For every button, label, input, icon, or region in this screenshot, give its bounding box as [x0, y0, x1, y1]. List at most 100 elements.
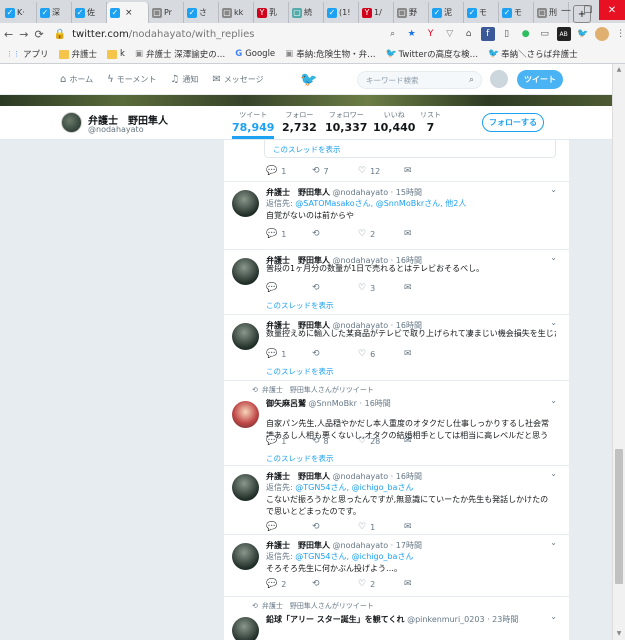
browser-tab[interactable]: Y 1/ — [359, 2, 394, 23]
bookmark-item[interactable]: 弁護士 — [58, 48, 97, 60]
chevron-down-icon[interactable]: ⌄ — [550, 185, 557, 194]
browser-tab[interactable]: ✓ 佐 — [72, 2, 107, 23]
author-avatar[interactable] — [232, 190, 259, 217]
like-button[interactable]: ♡ 2 — [358, 229, 404, 239]
like-button[interactable]: ♡ 6 — [358, 349, 404, 359]
reply-button[interactable]: 💬 1 — [266, 166, 312, 176]
author-avatar[interactable] — [232, 617, 259, 640]
browser-tab[interactable]: ▢ 続 — [289, 2, 324, 23]
twitter-icon[interactable]: 🐦 — [576, 27, 590, 41]
reply-button[interactable]: 💬 — [266, 522, 312, 532]
chevron-down-icon[interactable]: ⌄ — [550, 318, 557, 327]
search-icon[interactable]: ⌕ — [386, 27, 400, 41]
browser-tab[interactable]: ✓ 泥 — [429, 2, 464, 23]
retweet-button[interactable]: ⟲ — [312, 283, 358, 293]
retweet-button[interactable]: ⟲ — [312, 579, 358, 589]
retweet-button[interactable]: ⟲ — [312, 229, 358, 239]
tweet[interactable]: 弁護士 野田隼人 @nodahayato · 16時間 ⌄ 返信先: @TGN54さ… — [224, 466, 569, 535]
author-avatar[interactable] — [232, 474, 259, 501]
chevron-down-icon[interactable]: ⌄ — [550, 538, 557, 547]
dm-button[interactable]: ✉ — [404, 522, 450, 532]
profile-stat[interactable]: フォロワー 10,337 — [325, 110, 367, 134]
pocket-icon[interactable]: ▽ — [443, 27, 457, 41]
facebook-icon[interactable]: f — [480, 27, 495, 41]
dm-button[interactable]: ✉ — [404, 436, 450, 446]
tweet[interactable]: 弁護士 野田隼人 @nodahayato · 17時間 ⌄ 返信先: @TGN54さ… — [224, 535, 569, 597]
author-name[interactable]: 弁護士 野田隼人 — [266, 188, 330, 197]
reload-icon[interactable]: ⟳ — [34, 28, 43, 41]
page-scrollbar[interactable]: ▲ ▼ — [612, 64, 625, 640]
quoted-thread-link[interactable]: このスレッドを表示 — [264, 140, 556, 158]
bookmark-item[interactable]: ⋮⋮ アプリ — [6, 48, 49, 60]
reply-button[interactable]: 💬 1 — [266, 436, 312, 446]
evernote-icon[interactable]: ● — [519, 27, 533, 41]
maximize-button[interactable]: ☐ — [577, 0, 599, 20]
author-avatar[interactable] — [232, 258, 259, 285]
extension-icon[interactable]: AB — [556, 27, 571, 41]
tweet[interactable]: ⟲ 弁護士 野田隼人さんがリツイート 御矢麻呂鷲 @SnnMoBkr · 16時間 ⌄… — [224, 381, 569, 466]
browser-tab[interactable]: ✓ (1! — [324, 2, 359, 23]
profile-avatar[interactable] — [61, 112, 82, 133]
dm-button[interactable]: ✉ — [404, 166, 450, 176]
bookmark-item[interactable]: ▣ 弁護士 深澤諭史の… — [135, 48, 225, 60]
browser-tab[interactable]: ▢ Pr — [149, 2, 184, 23]
profile-stat[interactable]: フォロー 2,732 — [282, 110, 317, 134]
tweet[interactable]: 弁護士 野田隼人 @nodahayato · 16時間 ⌄ 数量控えめに輸入した某商… — [224, 315, 569, 381]
dm-button[interactable]: ✉ — [404, 579, 450, 589]
scroll-down-icon[interactable]: ▼ — [613, 628, 625, 640]
author-name[interactable]: 弁護士 野田隼人 — [266, 472, 330, 481]
tv-icon[interactable]: ▭ — [538, 27, 552, 41]
like-button[interactable]: ♡ 1 — [358, 522, 404, 532]
reply-button[interactable]: 💬 — [266, 283, 312, 293]
browser-tab[interactable]: ✓ K· — [2, 2, 37, 23]
retweet-button[interactable]: ⟲ 8 — [312, 436, 358, 446]
scrollbar-thumb[interactable] — [615, 449, 623, 584]
author-name[interactable]: 御矢麻呂鷲 — [266, 399, 306, 408]
bookmark-item[interactable]: G Google — [235, 49, 275, 59]
author-avatar[interactable] — [232, 543, 259, 570]
like-button[interactable]: ♡ 12 — [358, 166, 404, 176]
twitter-bird-icon[interactable]: 🐦 — [300, 72, 317, 88]
browser-tab[interactable]: ✓ モ — [464, 2, 499, 23]
chevron-down-icon[interactable]: ⌄ — [550, 396, 557, 405]
like-button[interactable]: ♡ 3 — [358, 283, 404, 293]
forward-icon[interactable]: → — [19, 28, 28, 41]
dm-button[interactable]: ✉ — [404, 283, 450, 293]
back-icon[interactable]: ← — [4, 28, 13, 41]
bookmark-item[interactable]: ▣ 奉納:危険生物・弁… — [285, 48, 375, 60]
show-thread-link[interactable]: このスレッドを表示 — [266, 453, 334, 464]
retweet-button[interactable]: ⟲ — [312, 522, 358, 532]
nav-home[interactable]: ⌂ ホーム — [60, 74, 93, 85]
nav-notifications[interactable]: ♫ 通知 — [170, 74, 198, 85]
like-button[interactable]: ♡ 2 — [358, 579, 404, 589]
yahoo-icon[interactable]: Y — [424, 27, 438, 41]
chevron-down-icon[interactable]: ⌄ — [550, 469, 557, 478]
nav-messages[interactable]: ✉ メッセージ — [212, 74, 263, 85]
show-thread-link[interactable]: このスレッドを表示 — [266, 300, 334, 311]
tweet[interactable]: このスレッドを表示 💬 1 ⟲ 7 ♡ 12 ✉ — [224, 140, 569, 182]
browser-tab[interactable]: ▢ 野 — [394, 2, 429, 23]
bookmark-item[interactable]: k — [107, 49, 125, 59]
author-name[interactable]: 弁護士 野田隼人 — [266, 541, 330, 550]
retweet-button[interactable]: ⟲ — [312, 349, 358, 359]
bookmark-icon[interactable]: ▯ — [500, 27, 514, 41]
bookmark-item[interactable]: 🐦 Twitterの高度な検… — [386, 48, 479, 60]
nav-moments[interactable]: ϟ モーメント — [107, 74, 156, 85]
browser-tab[interactable]: ✓ モ — [499, 2, 534, 23]
menu-icon[interactable]: ⋮ — [614, 27, 625, 41]
dm-button[interactable]: ✉ — [404, 229, 450, 239]
follow-button[interactable]: フォローする — [482, 113, 544, 132]
reply-button[interactable]: 💬 1 — [266, 349, 312, 359]
browser-tab[interactable]: Y乳 — [254, 2, 289, 23]
tweet[interactable]: 弁護士 野田隼人 @nodahayato · 16時間 ⌄ 普段の1ヶ月分の数量が1… — [224, 250, 569, 315]
retweet-button[interactable]: ⟲ 7 — [312, 166, 358, 176]
reply-mentions[interactable]: @TGN54さん, @ichigo_baさん — [295, 483, 413, 492]
search-input[interactable]: キーワード検索 ⌕ — [357, 71, 482, 89]
close-window-button[interactable]: ✕ — [599, 0, 625, 20]
tweet[interactable]: 弁護士 野田隼人 @nodahayato · 15時間 ⌄ 返信先: @SATOMa… — [224, 182, 569, 250]
bookmark-star-icon[interactable]: ★ — [405, 27, 419, 41]
browser-tab[interactable]: ✓ × — [107, 2, 149, 23]
reply-mentions[interactable]: @SATOMasakoさん, @SnnMoBkrさん, 他2人 — [295, 199, 466, 208]
like-button[interactable]: ♡ 28 — [358, 436, 404, 446]
minimize-button[interactable]: — — [555, 0, 577, 20]
